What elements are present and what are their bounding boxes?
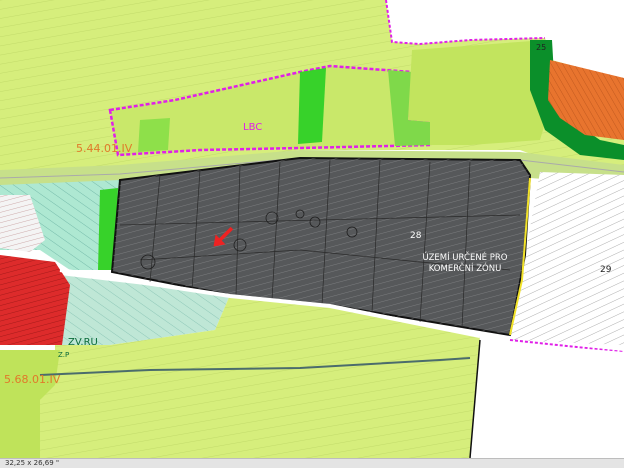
plot-number-29: 29 — [600, 265, 612, 275]
plot-number-28: 28 — [410, 231, 422, 241]
land-use-map[interactable]: ÚZEMÍ URČENÉ PRO KOMERČNÍ ZÓNU LBC 5.44.… — [0, 0, 624, 458]
page-dimensions: 32,25 x 26,69 " — [5, 459, 60, 467]
zp-label: Z.P — [58, 351, 69, 359]
zone-code-south: 5.68.01.IV — [4, 373, 61, 386]
map-viewer[interactable]: ÚZEMÍ URČENÉ PRO KOMERČNÍ ZÓNU LBC 5.44.… — [0, 0, 624, 468]
plot-number-25: 25 — [536, 43, 546, 52]
forest-strip-2 — [138, 118, 170, 152]
zv-ru-label: ZV.RU — [68, 337, 98, 348]
status-bar: 32,25 x 26,69 " — [0, 458, 624, 468]
forest-strip-1 — [298, 68, 326, 144]
zone-code-north: 5.44.01.IV — [76, 142, 133, 155]
unassigned-zone-southeast — [470, 340, 624, 458]
commercial-zone-title-line2: KOMERČNÍ ZÓNU — [429, 262, 502, 274]
lbc-label: LBC — [243, 122, 262, 133]
commercial-zone-title-line1: ÚZEMÍ URČENÉ PRO — [423, 251, 508, 263]
